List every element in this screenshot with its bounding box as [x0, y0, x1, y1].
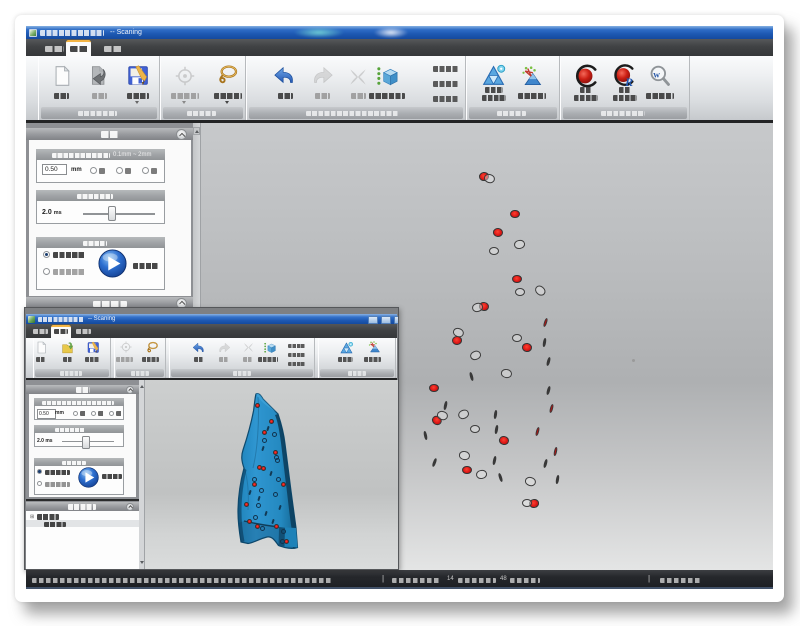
svg-text:w: w: [653, 71, 660, 81]
